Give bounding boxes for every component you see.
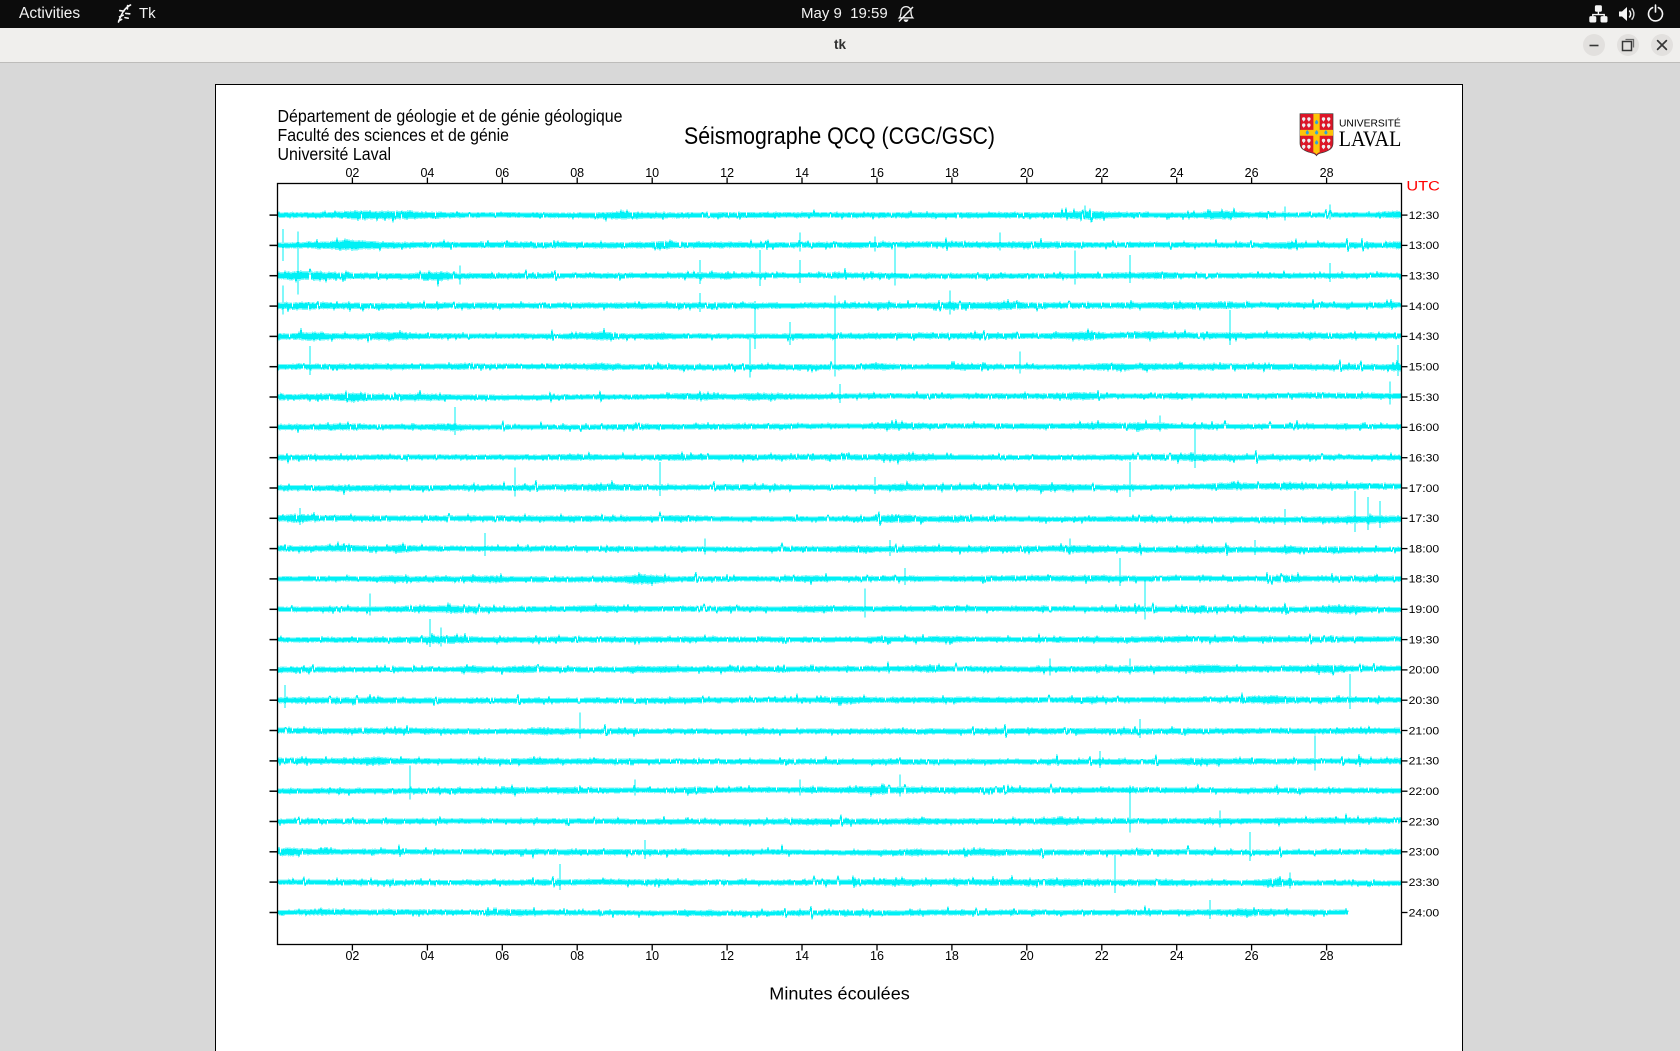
svg-text:22:00: 22:00 xyxy=(1409,786,1440,798)
svg-text:14:00: 14:00 xyxy=(1409,301,1440,313)
svg-text:18: 18 xyxy=(945,949,959,963)
svg-text:18:30: 18:30 xyxy=(1409,574,1440,586)
svg-text:21:00: 21:00 xyxy=(1409,725,1440,737)
svg-text:22: 22 xyxy=(1095,166,1109,180)
svg-text:22: 22 xyxy=(1095,949,1109,963)
svg-text:06: 06 xyxy=(495,166,509,180)
svg-text:02: 02 xyxy=(345,949,359,963)
svg-text:12:30: 12:30 xyxy=(1409,210,1440,222)
svg-text:16:30: 16:30 xyxy=(1409,453,1440,465)
svg-text:18: 18 xyxy=(945,166,959,180)
svg-text:13:30: 13:30 xyxy=(1409,271,1440,283)
svg-text:Faculté des sciences et de gén: Faculté des sciences et de génie xyxy=(278,125,510,145)
svg-text:Minutes écoulées: Minutes écoulées xyxy=(769,983,910,1003)
svg-text:14: 14 xyxy=(795,949,809,963)
svg-text:08: 08 xyxy=(570,949,584,963)
svg-text:22:30: 22:30 xyxy=(1409,816,1440,828)
svg-text:Département de géologie et de: Département de géologie et de génie géol… xyxy=(278,106,623,126)
svg-text:20:30: 20:30 xyxy=(1409,695,1440,707)
svg-text:24: 24 xyxy=(1170,949,1184,963)
svg-text:15:30: 15:30 xyxy=(1409,392,1440,404)
svg-text:20: 20 xyxy=(1020,949,1034,963)
svg-text:02: 02 xyxy=(345,166,359,180)
svg-text:26: 26 xyxy=(1245,166,1259,180)
svg-text:Séismographe QCQ (CGC/GSC): Séismographe QCQ (CGC/GSC) xyxy=(684,123,995,150)
svg-text:16: 16 xyxy=(870,166,884,180)
svg-text:10: 10 xyxy=(645,166,659,180)
svg-text:08: 08 xyxy=(570,166,584,180)
svg-text:13:00: 13:00 xyxy=(1409,240,1440,252)
svg-text:15:00: 15:00 xyxy=(1409,362,1440,374)
svg-text:14:30: 14:30 xyxy=(1409,331,1440,343)
svg-text:28: 28 xyxy=(1320,949,1334,963)
svg-text:04: 04 xyxy=(420,949,434,963)
svg-text:04: 04 xyxy=(420,166,434,180)
svg-text:LAVAL: LAVAL xyxy=(1339,126,1402,151)
svg-text:12: 12 xyxy=(720,949,734,963)
svg-text:20: 20 xyxy=(1020,166,1034,180)
svg-text:06: 06 xyxy=(495,949,509,963)
svg-text:16: 16 xyxy=(870,949,884,963)
svg-text:14: 14 xyxy=(795,166,809,180)
svg-text:24:00: 24:00 xyxy=(1409,907,1440,919)
svg-text:18:00: 18:00 xyxy=(1409,543,1440,555)
svg-text:28: 28 xyxy=(1320,166,1334,180)
svg-text:26: 26 xyxy=(1245,949,1259,963)
svg-text:20:00: 20:00 xyxy=(1409,665,1440,677)
svg-text:UTC: UTC xyxy=(1406,179,1440,195)
svg-text:19:30: 19:30 xyxy=(1409,634,1440,646)
svg-text:21:30: 21:30 xyxy=(1409,756,1440,768)
svg-text:24: 24 xyxy=(1170,166,1184,180)
svg-text:19:00: 19:00 xyxy=(1409,604,1440,616)
svg-text:12: 12 xyxy=(720,166,734,180)
svg-text:Université Laval: Université Laval xyxy=(278,144,392,164)
svg-text:17:00: 17:00 xyxy=(1409,483,1440,495)
svg-text:23:00: 23:00 xyxy=(1409,847,1440,859)
svg-text:10: 10 xyxy=(645,949,659,963)
svg-text:17:30: 17:30 xyxy=(1409,513,1440,525)
svg-text:16:00: 16:00 xyxy=(1409,422,1440,434)
svg-text:23:30: 23:30 xyxy=(1409,877,1440,889)
